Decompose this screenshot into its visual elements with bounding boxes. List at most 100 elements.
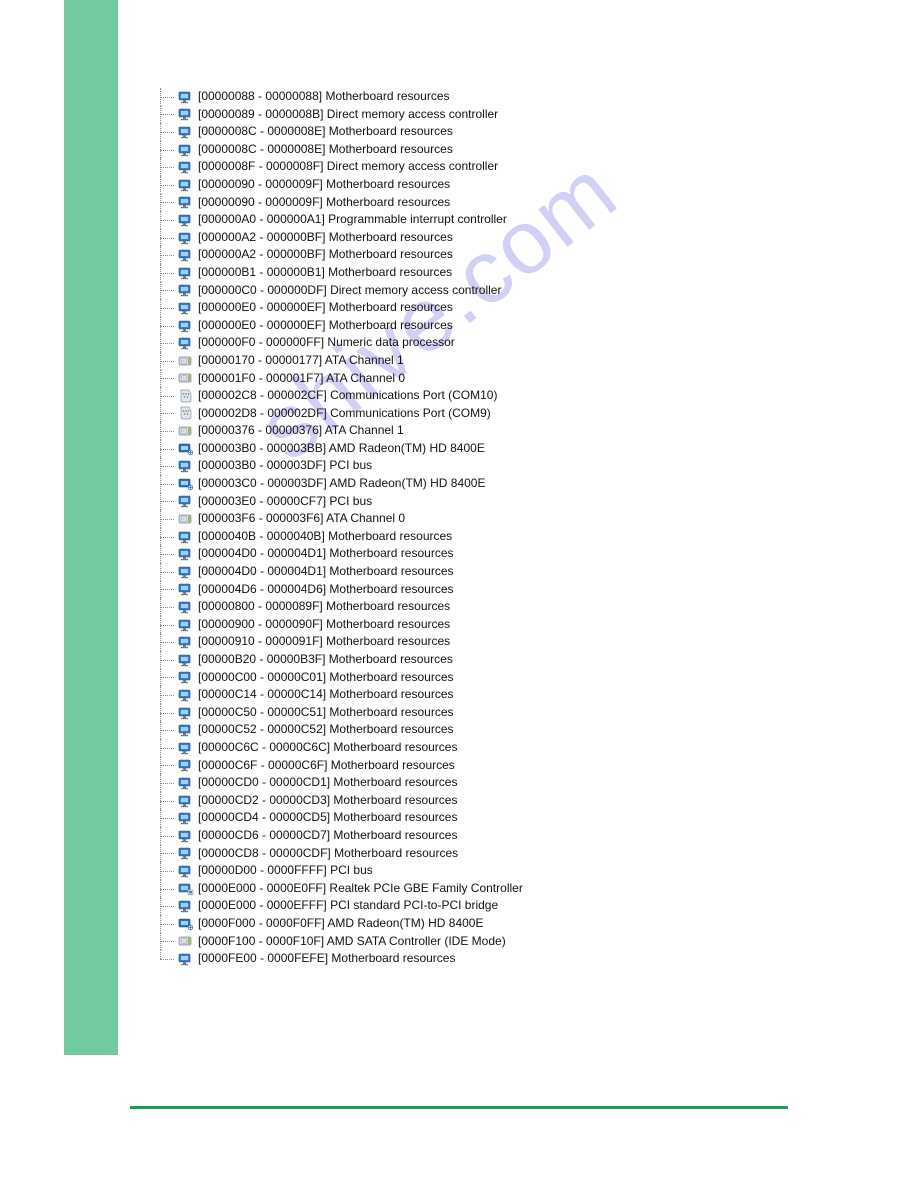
device-tree-item[interactable]: [000000A2 - 000000BF] Motherboard resour… [156, 229, 856, 247]
tree-branch-line [156, 194, 178, 212]
device-label: [00000CD6 - 00000CD7] Motherboard resour… [198, 827, 457, 845]
system-device-icon [178, 142, 194, 158]
system-device-icon [178, 230, 194, 246]
tree-branch-line [156, 387, 178, 405]
system-device-icon [178, 863, 194, 879]
tree-branch-line [156, 757, 178, 775]
device-tree-item[interactable]: [000003E0 - 00000CF7] PCI bus [156, 493, 856, 511]
device-label: [000000C0 - 000000DF] Direct memory acce… [198, 282, 501, 300]
tree-branch-line [156, 809, 178, 827]
tree-branch-line [156, 862, 178, 880]
system-device-icon [178, 89, 194, 105]
device-tree-item[interactable]: [00000CD0 - 00000CD1] Motherboard resour… [156, 774, 856, 792]
device-tree-item[interactable]: [00000088 - 00000088] Motherboard resour… [156, 88, 856, 106]
device-tree-item[interactable]: [00000090 - 0000009F] Motherboard resour… [156, 194, 856, 212]
device-tree-item[interactable]: [0000FE00 - 0000FEFE] Motherboard resour… [156, 950, 856, 968]
system-device-icon [178, 159, 194, 175]
device-label: [00000C00 - 00000C01] Motherboard resour… [198, 669, 454, 687]
device-label: [0000040B - 0000040B] Motherboard resour… [198, 528, 452, 546]
device-tree-item[interactable]: [00000170 - 00000177] ATA Channel 1 [156, 352, 856, 370]
tree-branch-line [156, 123, 178, 141]
device-tree-item[interactable]: [000003B0 - 000003BB] AMD Radeon(TM) HD … [156, 440, 856, 458]
system-device-icon [178, 581, 194, 597]
device-tree-item[interactable]: [0000040B - 0000040B] Motherboard resour… [156, 528, 856, 546]
system-device-icon [178, 300, 194, 316]
tree-branch-line [156, 422, 178, 440]
device-tree-item[interactable]: [000000B1 - 000000B1] Motherboard resour… [156, 264, 856, 282]
device-label: [00000910 - 0000091F] Motherboard resour… [198, 633, 450, 651]
device-tree-item[interactable]: [00000089 - 0000008B] Direct memory acce… [156, 106, 856, 124]
device-label: [000004D0 - 000004D1] Motherboard resour… [198, 563, 454, 581]
device-tree-item[interactable]: [0000008C - 0000008E] Motherboard resour… [156, 141, 856, 159]
device-label: [000003C0 - 000003DF] AMD Radeon(TM) HD … [198, 475, 485, 493]
device-tree-item[interactable]: [00000C14 - 00000C14] Motherboard resour… [156, 686, 856, 704]
device-tree-item[interactable]: [0000F100 - 0000F10F] AMD SATA Controlle… [156, 933, 856, 951]
tree-branch-line [156, 475, 178, 493]
device-tree-item[interactable]: [00000CD8 - 00000CDF] Motherboard resour… [156, 845, 856, 863]
device-tree-item[interactable]: [00000C6C - 00000C6C] Motherboard resour… [156, 739, 856, 757]
device-tree-item[interactable]: [00000376 - 00000376] ATA Channel 1 [156, 422, 856, 440]
device-label: [0000E000 - 0000EFFF] PCI standard PCI-t… [198, 897, 498, 915]
device-label: [00000C6F - 00000C6F] Motherboard resour… [198, 757, 455, 775]
device-tree-item[interactable]: [00000800 - 0000089F] Motherboard resour… [156, 598, 856, 616]
system-device-icon [178, 757, 194, 773]
device-tree-item[interactable]: [00000CD6 - 00000CD7] Motherboard resour… [156, 827, 856, 845]
device-tree-item[interactable]: [00000090 - 0000009F] Motherboard resour… [156, 176, 856, 194]
device-tree-item[interactable]: [000002C8 - 000002CF] Communications Por… [156, 387, 856, 405]
display-adapter-icon [178, 916, 194, 932]
device-tree-item[interactable]: [000004D0 - 000004D1] Motherboard resour… [156, 545, 856, 563]
device-tree-item[interactable]: [00000CD4 - 00000CD5] Motherboard resour… [156, 809, 856, 827]
system-device-icon [178, 617, 194, 633]
device-tree-item[interactable]: [0000F000 - 0000F0FF] AMD Radeon(TM) HD … [156, 915, 856, 933]
device-tree-item[interactable]: [00000D00 - 0000FFFF] PCI bus [156, 862, 856, 880]
device-label: [00000800 - 0000089F] Motherboard resour… [198, 598, 450, 616]
device-label: [00000170 - 00000177] ATA Channel 1 [198, 352, 404, 370]
device-tree-item[interactable]: [00000C00 - 00000C01] Motherboard resour… [156, 669, 856, 687]
device-tree-item[interactable]: [000003B0 - 000003DF] PCI bus [156, 457, 856, 475]
system-device-icon [178, 106, 194, 122]
device-tree-item[interactable]: [00000C6F - 00000C6F] Motherboard resour… [156, 757, 856, 775]
tree-branch-line [156, 510, 178, 528]
device-label: [0000008C - 0000008E] Motherboard resour… [198, 123, 453, 141]
device-tree-item[interactable]: [000004D0 - 000004D1] Motherboard resour… [156, 563, 856, 581]
system-device-icon [178, 898, 194, 914]
device-tree-item[interactable]: [00000B20 - 00000B3F] Motherboard resour… [156, 651, 856, 669]
device-tree-item[interactable]: [000000A2 - 000000BF] Motherboard resour… [156, 246, 856, 264]
system-device-icon [178, 722, 194, 738]
storage-controller-icon [178, 370, 194, 386]
device-tree-item[interactable]: [0000E000 - 0000E0FF] Realtek PCIe GBE F… [156, 880, 856, 898]
device-label: [00000089 - 0000008B] Direct memory acce… [198, 106, 498, 124]
device-tree-item[interactable]: [000000F0 - 000000FF] Numeric data proce… [156, 334, 856, 352]
tree-branch-line [156, 581, 178, 599]
device-tree-item[interactable]: [0000008F - 0000008F] Direct memory acce… [156, 158, 856, 176]
serial-port-icon [178, 388, 194, 404]
device-tree-item[interactable]: [000000C0 - 000000DF] Direct memory acce… [156, 282, 856, 300]
device-label: [0000F100 - 0000F10F] AMD SATA Controlle… [198, 933, 506, 951]
device-tree-item[interactable]: [000001F0 - 000001F7] ATA Channel 0 [156, 370, 856, 388]
device-tree-item[interactable]: [00000C52 - 00000C52] Motherboard resour… [156, 721, 856, 739]
device-tree-item[interactable]: [000004D6 - 000004D6] Motherboard resour… [156, 581, 856, 599]
device-label: [00000CD8 - 00000CDF] Motherboard resour… [198, 845, 458, 863]
tree-branch-line [156, 651, 178, 669]
device-tree-item[interactable]: [000003F6 - 000003F6] ATA Channel 0 [156, 510, 856, 528]
device-tree-item[interactable]: [0000008C - 0000008E] Motherboard resour… [156, 123, 856, 141]
device-tree-item[interactable]: [00000C50 - 00000C51] Motherboard resour… [156, 704, 856, 722]
device-tree-item[interactable]: [00000910 - 0000091F] Motherboard resour… [156, 633, 856, 651]
system-device-icon [178, 845, 194, 861]
device-tree-item[interactable]: [000000E0 - 000000EF] Motherboard resour… [156, 299, 856, 317]
tree-branch-line [156, 264, 178, 282]
tree-branch-line [156, 282, 178, 300]
device-tree-item[interactable]: [000003C0 - 000003DF] AMD Radeon(TM) HD … [156, 475, 856, 493]
device-label: [000000F0 - 000000FF] Numeric data proce… [198, 334, 455, 352]
device-tree-item[interactable]: [00000CD2 - 00000CD3] Motherboard resour… [156, 792, 856, 810]
device-tree-item[interactable]: [0000E000 - 0000EFFF] PCI standard PCI-t… [156, 897, 856, 915]
tree-branch-line [156, 176, 178, 194]
device-tree-item[interactable]: [000000A0 - 000000A1] Programmable inter… [156, 211, 856, 229]
device-tree-item[interactable]: [000000E0 - 000000EF] Motherboard resour… [156, 317, 856, 335]
tree-branch-line [156, 792, 178, 810]
tree-branch-line [156, 211, 178, 229]
device-tree-item[interactable]: [00000900 - 0000090F] Motherboard resour… [156, 616, 856, 634]
device-label: [000004D0 - 000004D1] Motherboard resour… [198, 545, 454, 563]
device-tree-item[interactable]: [000002D8 - 000002DF] Communications Por… [156, 405, 856, 423]
tree-branch-line [156, 334, 178, 352]
